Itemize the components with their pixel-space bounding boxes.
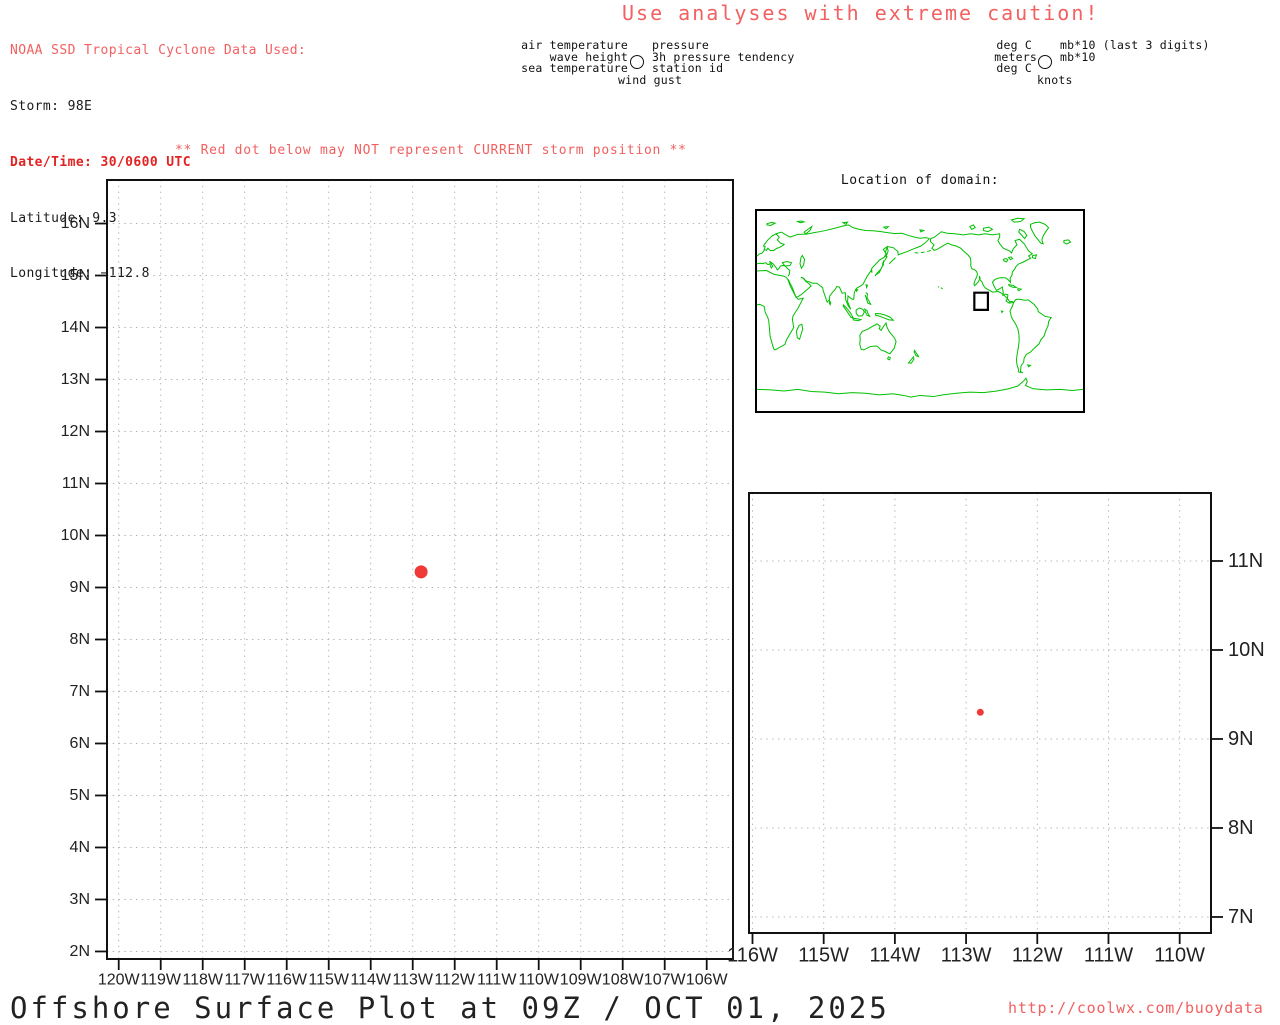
y-tick-label: 12N — [61, 423, 90, 440]
coastlines — [757, 218, 1083, 397]
storm-position-note: ** Red dot below may NOT represent CURRE… — [175, 143, 687, 158]
tc-info-title: NOAA SSD Tropical Cyclone Data Used: — [10, 43, 307, 59]
x-tick-label: 112W — [1012, 945, 1063, 967]
y-tick-label: 9N — [1228, 728, 1254, 750]
units-sea-temp: deg C — [996, 61, 1032, 75]
x-tick-label: 110W — [1154, 945, 1205, 967]
units-wind-gust: knots — [1037, 72, 1073, 87]
storm-position-dot — [976, 708, 984, 716]
x-tick-label: 112W — [434, 971, 476, 988]
y-tick-label: 7N — [1228, 906, 1254, 928]
caution-warning: Use analyses with extreme caution! — [622, 1, 1100, 25]
y-tick-label: 14N — [61, 319, 90, 336]
y-tick-label: 6N — [70, 735, 90, 752]
x-tick-label: 113W — [392, 971, 434, 988]
x-tick-label: 114W — [350, 971, 392, 988]
source-url[interactable]: http://coolwx.com/buoydata — [1008, 999, 1264, 1017]
domain-rectangle — [974, 293, 988, 310]
world-map-frame — [755, 209, 1085, 413]
world-map — [757, 211, 1083, 411]
y-tick-label: 4N — [70, 839, 90, 856]
y-tick-label: 11N — [62, 475, 90, 492]
x-tick-label: 109W — [560, 971, 603, 988]
x-tick-label: 107W — [644, 971, 687, 988]
x-tick-label: 115W — [308, 971, 350, 988]
x-tick-label: 116W — [266, 971, 308, 988]
x-tick-label: 119W — [140, 971, 182, 988]
x-tick-label: 110W — [518, 971, 560, 988]
y-tick-label: 9N — [70, 579, 90, 596]
domain-map-title: Location of domain: — [840, 173, 1000, 188]
tc-info-storm: Storm: 98E — [10, 98, 93, 114]
zoom-domain-plot: 116W 115W 114W 113W 112W 111W 110W 11N 10N 9N 8N 7N — [727, 492, 1265, 967]
y-tick-label: 16N — [61, 215, 90, 232]
y-tick-label: 13N — [61, 371, 90, 388]
y-tick-label: 8N — [1228, 817, 1254, 839]
y-tick-label: 10N — [1228, 639, 1265, 661]
x-tick-label: 114W — [870, 945, 921, 967]
y-tick-label: 10N — [61, 527, 90, 544]
x-tick-label: 120W — [98, 971, 141, 988]
storm-position-dot — [414, 565, 428, 579]
x-tick-label: 115W — [798, 945, 849, 967]
station-circle-icon — [630, 55, 644, 69]
main-domain-plot: 120W 119W 118W 117W 116W 115W 114W 113W 112W 111W… — [61, 179, 734, 988]
x-tick-label: 111W — [477, 971, 517, 988]
offshore-surface-plot-page: { "header": { "tc_info": { "title": "NOA… — [0, 0, 1280, 1025]
x-tick-label: 111W — [1084, 945, 1133, 967]
y-tick-label: 11N — [1228, 550, 1263, 572]
y-tick-label: 5N — [70, 787, 90, 804]
x-tick-label: 113W — [941, 945, 992, 967]
x-tick-label: 106W — [686, 971, 729, 988]
y-tick-label: 8N — [70, 631, 90, 648]
y-tick-label: 15N — [61, 267, 90, 284]
units-circle-icon — [1038, 55, 1052, 69]
x-tick-label: 116W — [727, 945, 778, 967]
legend-sea-temperature: sea temperature — [521, 61, 628, 75]
x-tick-label: 117W — [224, 971, 266, 988]
y-tick-label: 2N — [70, 943, 90, 960]
units-tendency: mb*10 — [1060, 49, 1096, 64]
y-tick-label: 3N — [70, 891, 90, 908]
x-tick-label: 108W — [602, 971, 645, 988]
legend-wind-gust: wind gust — [618, 72, 683, 87]
y-tick-label: 7N — [70, 683, 90, 700]
page-title: Offshore Surface Plot at 09Z / OCT 01, 2… — [10, 991, 890, 1025]
x-tick-label: 118W — [182, 971, 224, 988]
